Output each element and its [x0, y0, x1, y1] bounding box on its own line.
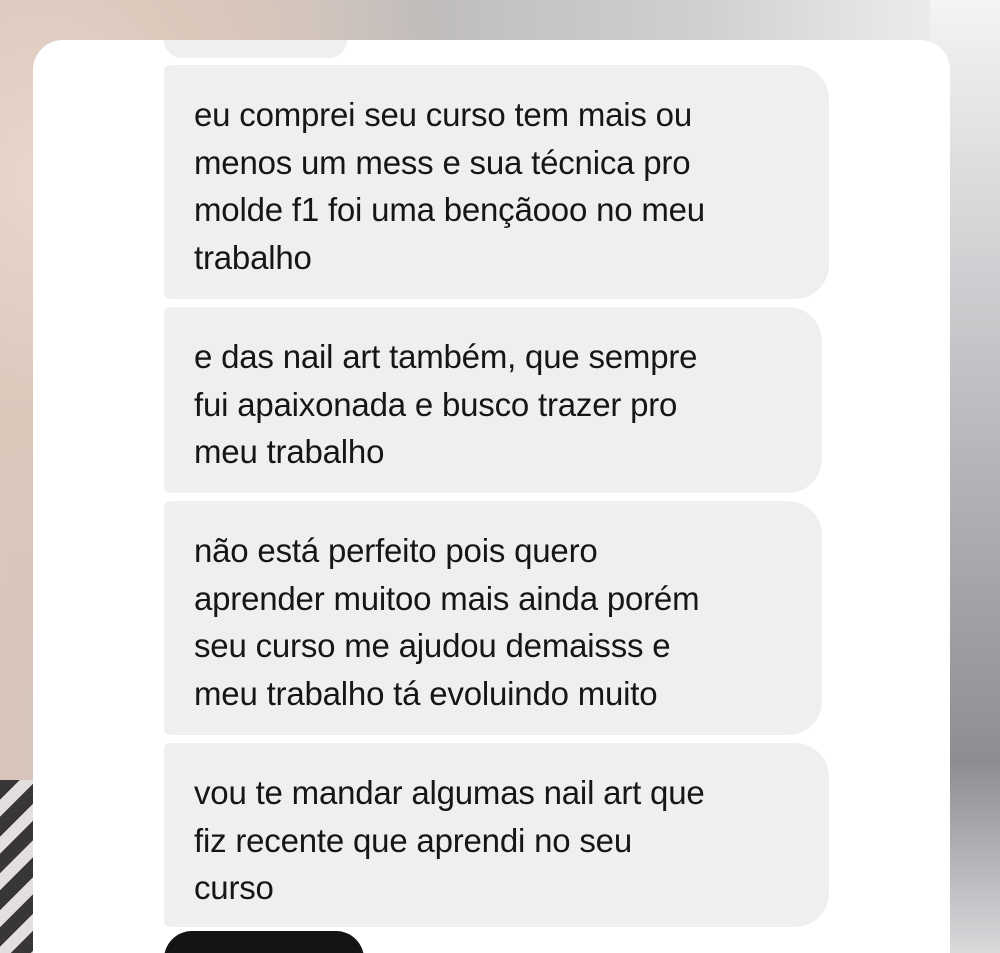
- message-text: vou te mandar algumas nail art que fiz r…: [194, 774, 705, 906]
- message-text: eu comprei seu curso tem mais ou menos u…: [194, 96, 705, 276]
- message-bubble[interactable]: eu comprei seu curso tem mais ou menos u…: [164, 65, 829, 299]
- media-preview[interactable]: [164, 931, 364, 953]
- message-bubble[interactable]: e das nail art também, que sempre fui ap…: [164, 307, 822, 493]
- message-bubble[interactable]: vou te mandar algumas nail art que fiz r…: [164, 743, 829, 927]
- previous-message-bubble: [164, 40, 347, 58]
- message-text: não está perfeito pois quero aprender mu…: [194, 532, 700, 712]
- message-bubble[interactable]: não está perfeito pois quero aprender mu…: [164, 501, 822, 735]
- message-text: e das nail art também, que sempre fui ap…: [194, 338, 698, 470]
- chat-screenshot-card: eu comprei seu curso tem mais ou menos u…: [33, 40, 950, 953]
